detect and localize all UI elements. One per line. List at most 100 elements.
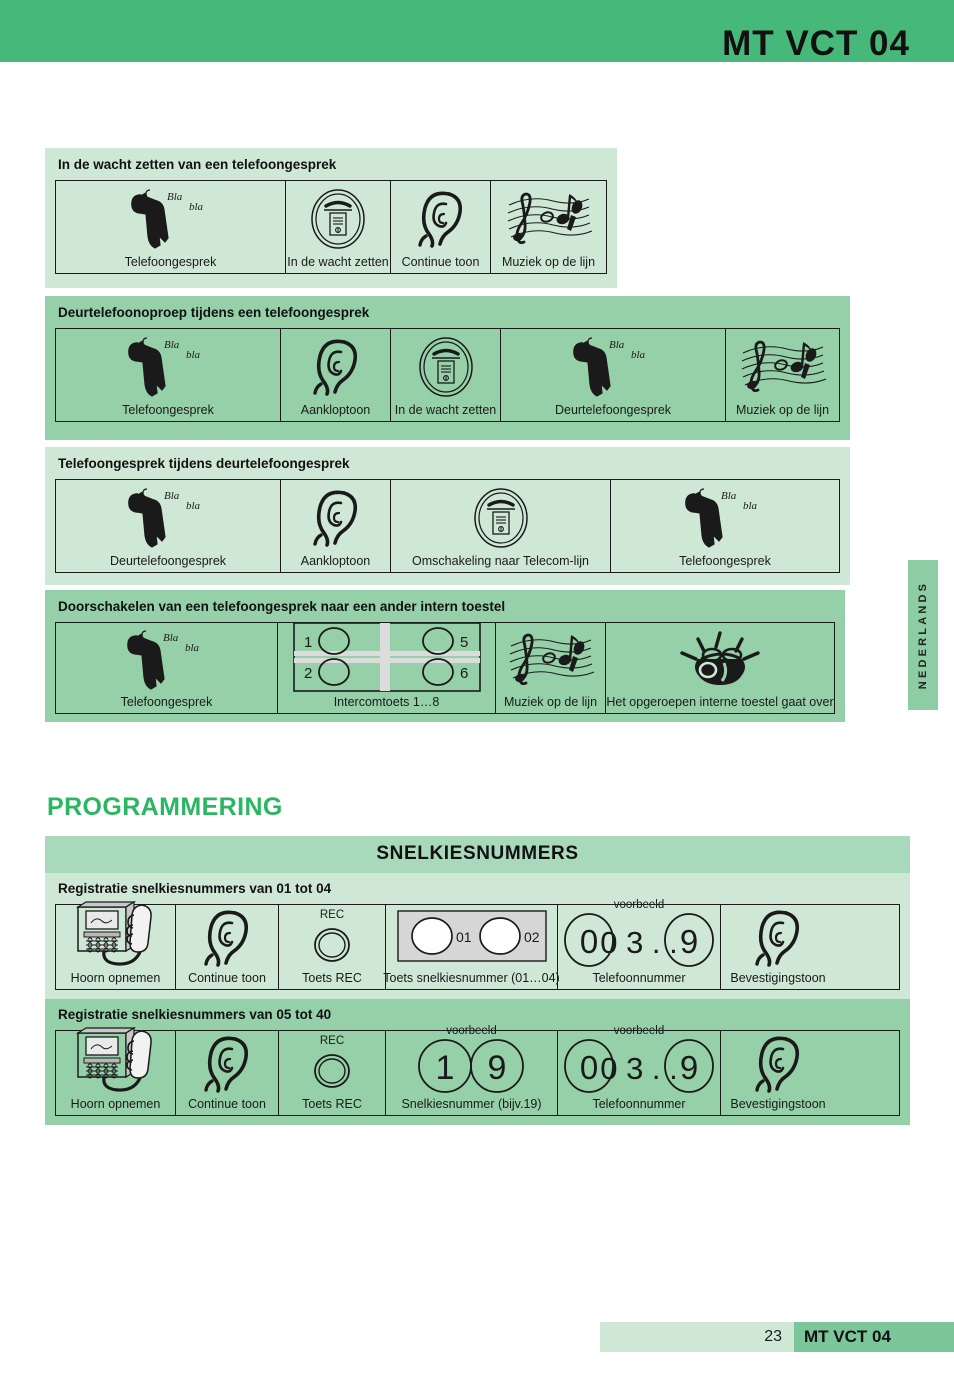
programming-step: voorbeeld 1 9 Snelkiesnummer (bijv.19) xyxy=(386,1025,558,1115)
handset-talking-icon: Bla bla xyxy=(61,484,275,553)
svg-text:0: 0 xyxy=(580,923,598,960)
phone-number-digits-icon: 00 3 . .9 xyxy=(563,911,715,969)
speeddial-keys-icon: 01 02 xyxy=(391,909,552,970)
step-caption: Deurtelefoongesprek xyxy=(109,554,227,569)
svg-text:2: 2 xyxy=(304,665,312,682)
step-caption: Muziek op de lijn xyxy=(735,403,830,418)
step-caption: Aankloptoon xyxy=(300,554,371,569)
phone-number-digits-icon: 00 3 . .9 xyxy=(563,1037,715,1095)
programming-step: REC Toets REC xyxy=(279,904,386,989)
programming-step-caption: Snelkiesnummer (bijv.19) xyxy=(401,1097,542,1112)
programming-step: Continue toon xyxy=(176,1030,279,1115)
intercom-handset-lift-icon xyxy=(61,901,170,969)
programming-step-caption: Telefoonnummer xyxy=(592,1097,686,1112)
manual-page: MT VCT 04 NEDERLANDS In de wacht zetten … xyxy=(0,0,954,1382)
door-station-hold-icon xyxy=(291,185,385,254)
svg-text:bla: bla xyxy=(743,500,758,512)
programming-step-caption: Continue toon xyxy=(188,1097,266,1112)
svg-text:bla: bla xyxy=(189,201,204,213)
handset-talking-icon: Bla bla xyxy=(61,185,280,254)
programming-step-flow: Hoorn opnemen Continue toon REC Toets REC vo… xyxy=(55,1025,900,1116)
programming-step-caption: Telefoonnummer xyxy=(592,971,686,986)
flow-step: Continue toon xyxy=(391,180,491,273)
svg-text:Bla: Bla xyxy=(164,490,180,502)
flow-step: Omschakeling naar Telecom-lijn xyxy=(391,479,611,572)
programming-step-flow: Hoorn opnemen Continue toon REC Toets REC 01… xyxy=(55,899,900,990)
svg-text:bla: bla xyxy=(186,500,201,512)
programming-step-caption: Toets REC xyxy=(302,971,362,986)
step-caption: Intercomtoets 1…8 xyxy=(333,695,440,710)
door-station-hold-icon xyxy=(396,333,495,402)
speeddial-example-icon: 19 xyxy=(391,1037,552,1095)
ear-tone-icon xyxy=(726,1033,830,1095)
programming-block: SNELKIESNUMMERS Registratie snelkiesnumm… xyxy=(45,836,910,1125)
flow-step: Aankloptoon xyxy=(281,328,391,421)
programming-step: 01 02 Toets snelkiesnummer (01…04) xyxy=(383,904,560,989)
programming-step: REC Toets REC xyxy=(279,1030,386,1115)
rec-button-icon xyxy=(284,921,380,969)
speeddial-bar-title: SNELKIESNUMMERS xyxy=(45,836,910,873)
step-top-label: voorbeeld xyxy=(613,1024,665,1037)
step-caption: Omschakeling naar Telecom-lijn xyxy=(412,554,589,569)
footer-model: MT VCT 04 xyxy=(804,1327,891,1346)
svg-text:01: 01 xyxy=(456,929,472,945)
flow-step: Het opgeroepen interne toestel gaat over xyxy=(606,623,834,713)
svg-text:9: 9 xyxy=(680,923,698,960)
flow-step: In de wacht zetten xyxy=(286,180,391,273)
handset-talking-icon: Bla bla xyxy=(506,333,720,402)
flow-step: Bla bla Telefoongesprek xyxy=(611,480,839,572)
programming-step-caption: Continue toon xyxy=(188,971,266,986)
programming-step-caption: Toets REC xyxy=(302,1097,362,1112)
flow-step: Bla bla Deurtelefoongesprek xyxy=(501,328,726,421)
programming-section-title: Registratie snelkiesnummers van 05 tot 4… xyxy=(58,1006,332,1022)
ear-tone-icon xyxy=(181,1033,273,1095)
svg-text:0: 0 xyxy=(580,1049,598,1086)
flow-step: Bla bla Telefoongesprek xyxy=(56,180,286,273)
step-caption: Deurtelefoongesprek xyxy=(554,403,672,418)
flow-step: Bla bla Telefoongesprek xyxy=(56,622,278,713)
ear-tone-icon xyxy=(286,333,385,402)
svg-text:Bla: Bla xyxy=(167,191,183,203)
flow-section: Deurtelefoonoproep tijdens een telefoong… xyxy=(45,296,850,440)
programming-sections: Registratie snelkiesnummers van 01 tot 0… xyxy=(45,873,910,1125)
step-caption: Telefoongesprek xyxy=(122,403,214,418)
ear-tone-icon xyxy=(396,185,485,254)
svg-text:02: 02 xyxy=(524,929,540,945)
svg-text:5: 5 xyxy=(460,634,468,651)
flow-section: Doorschakelen van een telefoongesprek na… xyxy=(45,590,845,722)
step-caption: Continue toon xyxy=(401,255,480,270)
music-notes-icon xyxy=(501,627,600,694)
step-caption: In de wacht zetten xyxy=(287,255,389,270)
programming-step: Hoorn opnemen xyxy=(56,1027,176,1115)
section-title: In de wacht zetten van een telefoongespr… xyxy=(58,157,337,172)
language-tab-label: NEDERLANDS xyxy=(917,580,929,690)
music-notes-icon xyxy=(731,333,834,402)
svg-text:9: 9 xyxy=(487,1049,506,1087)
step-caption: Telefoongesprek xyxy=(679,554,771,569)
step-caption: Telefoongesprek xyxy=(124,255,217,270)
programming-step-caption: Toets snelkiesnummer (01…04) xyxy=(383,971,560,986)
step-flow: Bla bla Deurtelefoongesprek Aankloptoon Omsc… xyxy=(55,478,840,573)
step-top-label: REC xyxy=(319,908,345,921)
svg-text:6: 6 xyxy=(460,665,468,682)
svg-text:Bla: Bla xyxy=(721,490,737,502)
step-top-label: voorbeeld xyxy=(613,898,665,911)
rec-button-icon xyxy=(284,1047,380,1095)
intercom-keypad-icon: 1526 xyxy=(283,621,490,693)
programming-step-caption: Bevestigingstoon xyxy=(730,971,826,986)
handset-talking-icon: Bla bla xyxy=(61,627,272,694)
handset-talking-icon: Bla bla xyxy=(616,484,834,553)
flow-section: Telefoongesprek tijdens deurtelefoongesp… xyxy=(45,447,850,585)
svg-text:bla: bla xyxy=(631,349,646,361)
programming-step: Hoorn opnemen xyxy=(56,901,176,989)
programming-section: Registratie snelkiesnummers van 01 tot 0… xyxy=(45,873,910,999)
step-flow: Bla bla Telefoongesprek Aankloptoon In de wa… xyxy=(55,327,840,422)
page-number: 23 xyxy=(764,1328,782,1345)
svg-text:Bla: Bla xyxy=(164,339,180,351)
door-station-hold-icon xyxy=(396,484,605,553)
music-notes-icon xyxy=(496,185,601,254)
ear-tone-icon xyxy=(726,907,830,969)
flow-step: Aankloptoon xyxy=(281,479,391,572)
programming-section-title: Registratie snelkiesnummers van 01 tot 0… xyxy=(58,881,332,896)
handset-talking-icon: Bla bla xyxy=(61,333,275,402)
